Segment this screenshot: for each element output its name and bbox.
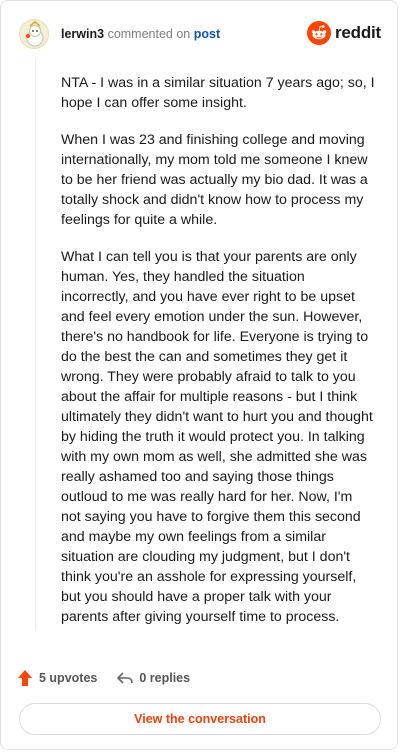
reddit-logo[interactable]: reddit	[306, 21, 381, 45]
snoo-avatar-icon[interactable]	[19, 19, 49, 49]
username-link[interactable]: lerwin3	[61, 27, 104, 41]
upvote-arrow-icon[interactable]	[17, 669, 33, 687]
brand-wordmark: reddit	[334, 23, 381, 42]
reply-button[interactable]: 0 replies	[117, 671, 190, 685]
post-link[interactable]: post	[194, 27, 220, 41]
reddit-alien-icon	[306, 21, 331, 45]
upvote-count: 5 upvotes	[39, 671, 98, 685]
thread-line	[35, 59, 36, 631]
comment-header: lerwin3 commented on post reddit	[19, 17, 381, 51]
reply-arrow-icon	[117, 672, 134, 684]
comment-paragraph: NTA - I was in a similar situation 7 yea…	[61, 75, 375, 111]
comment-paragraph: What I can tell you is that your parents…	[61, 249, 373, 625]
comment-paragraph: When I was 23 and finishing college and …	[61, 132, 368, 228]
embedded-comment-card: lerwin3 commented on post reddit NTA - I…	[0, 0, 398, 750]
reply-count: 0 replies	[139, 671, 191, 685]
comment-meta: lerwin3 commented on post	[61, 27, 220, 41]
comment-actions: 5 upvotes 0 replies	[17, 669, 190, 687]
comment-body: NTA - I was in a similar situation 7 yea…	[61, 73, 375, 644]
commented-on-text: commented on	[107, 27, 191, 41]
view-conversation-button[interactable]: View the conversation	[19, 703, 381, 735]
